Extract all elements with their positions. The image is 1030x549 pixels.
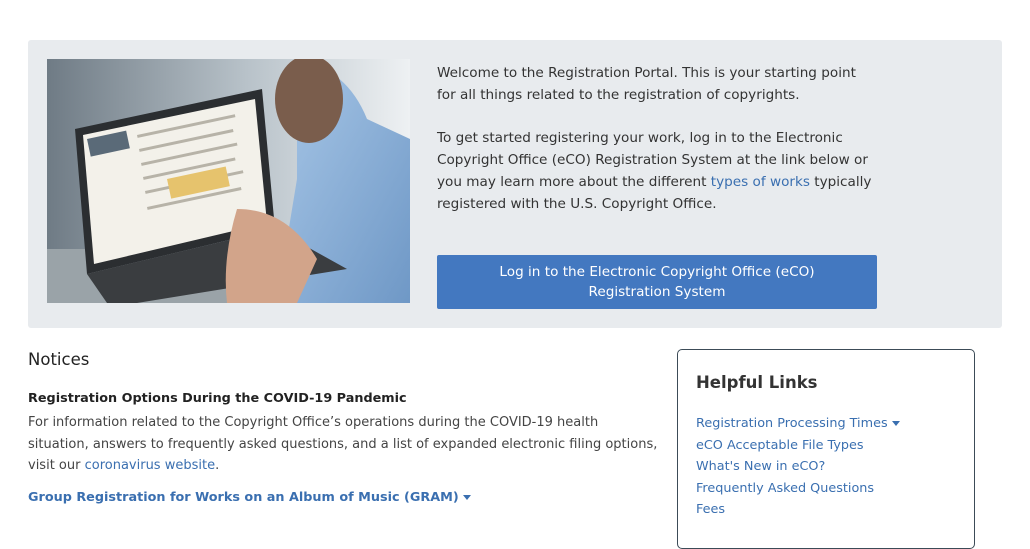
list-item: Fees bbox=[696, 499, 956, 521]
list-item: Registration Processing Times bbox=[696, 413, 956, 435]
eco-login-button[interactable]: Log in to the Electronic Copyright Offic… bbox=[437, 255, 877, 309]
caret-down-icon bbox=[462, 494, 471, 500]
get-started-paragraph: To get started registering your work, lo… bbox=[437, 127, 877, 215]
covid-notice-text-end: . bbox=[215, 458, 220, 473]
coronavirus-website-link[interactable]: coronavirus website bbox=[85, 458, 215, 473]
helpful-links-list: Registration Processing Times eCO Accept… bbox=[696, 413, 956, 521]
types-of-works-link[interactable]: types of works bbox=[711, 174, 810, 190]
helpful-links-heading: Helpful Links bbox=[696, 373, 818, 392]
helpful-links-card: Helpful Links Registration Processing Ti… bbox=[677, 349, 975, 549]
covid-notice-title: Registration Options During the COVID-19… bbox=[28, 391, 407, 406]
caret-down-icon bbox=[891, 421, 900, 426]
list-item: Frequently Asked Questions bbox=[696, 478, 956, 500]
welcome-panel: Welcome to the Registration Portal. This… bbox=[28, 40, 1002, 328]
gram-notice-toggle[interactable]: Group Registration for Works on an Album… bbox=[28, 489, 658, 507]
list-item: eCO Acceptable File Types bbox=[696, 435, 956, 457]
notices-heading: Notices bbox=[28, 350, 90, 369]
hero-laptop-photo bbox=[47, 59, 410, 303]
processing-times-link[interactable]: Registration Processing Times bbox=[696, 416, 900, 431]
list-item: What's New in eCO? bbox=[696, 456, 956, 478]
notices-section: Notices Registration Options During the … bbox=[28, 349, 658, 507]
fees-link[interactable]: Fees bbox=[696, 502, 725, 517]
file-types-link[interactable]: eCO Acceptable File Types bbox=[696, 438, 864, 453]
welcome-text: Welcome to the Registration Portal. This… bbox=[437, 62, 877, 215]
processing-times-label: Registration Processing Times bbox=[696, 416, 888, 431]
covid-notice-body: For information related to the Copyright… bbox=[28, 412, 658, 477]
whats-new-link[interactable]: What's New in eCO? bbox=[696, 459, 825, 474]
welcome-paragraph: Welcome to the Registration Portal. This… bbox=[437, 65, 856, 103]
gram-notice-label: Group Registration for Works on an Album… bbox=[28, 489, 459, 505]
faq-link[interactable]: Frequently Asked Questions bbox=[696, 481, 874, 496]
